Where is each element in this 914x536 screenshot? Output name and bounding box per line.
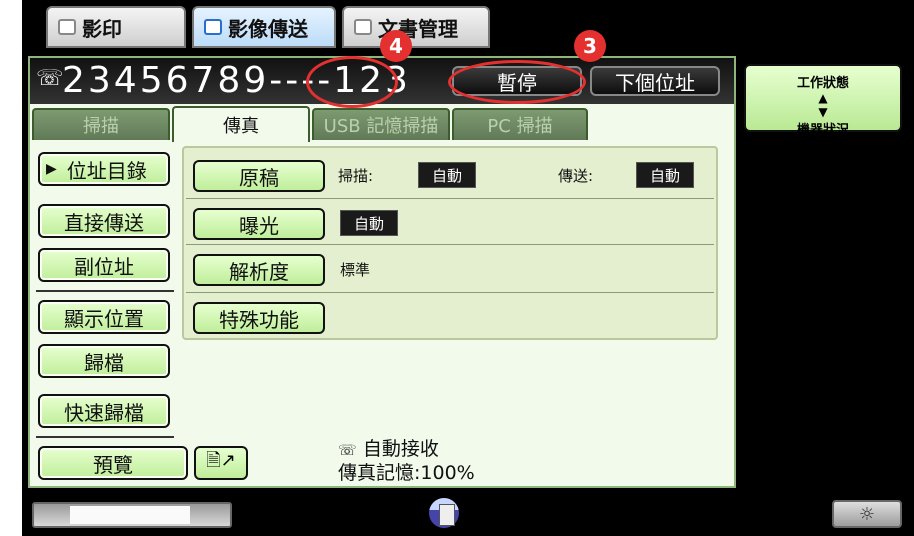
next-address-button[interactable]: 下個位址 <box>590 66 720 96</box>
annotation-ring-4 <box>306 56 398 108</box>
brightness-button[interactable]: ☼ <box>832 500 902 528</box>
annotation-badge-3: 3 <box>574 30 606 62</box>
mode-tab-copy[interactable]: 影印 <box>46 6 186 48</box>
resolution-button[interactable]: 解析度 <box>193 254 325 286</box>
exposure-value: 自動 <box>340 210 398 236</box>
row-divider <box>186 292 714 293</box>
copy-icon <box>58 19 76 35</box>
preview-button[interactable]: 預覽 <box>38 446 188 480</box>
address-book-button[interactable]: ▶ 位址目錄 <box>38 152 170 186</box>
tab-usb-scan[interactable]: USB 記憶掃描 <box>312 108 450 140</box>
annotation-badge-4: 4 <box>380 30 412 62</box>
image-send-icon <box>204 19 222 35</box>
resolution-value: 標準 <box>340 261 371 279</box>
document-filing-icon <box>354 19 372 35</box>
mode-tab-label: 影印 <box>82 16 122 41</box>
progress-fill <box>70 506 190 524</box>
sun-icon: ☼ <box>858 503 876 525</box>
machine-icon <box>424 494 464 532</box>
phone-icon: ☏ <box>36 66 64 91</box>
exposure-button[interactable]: 曝光 <box>193 208 325 240</box>
quick-filing-button[interactable]: 快速歸檔 <box>38 394 170 428</box>
mode-tab-document-filing[interactable]: 文書管理 <box>342 6 490 48</box>
scan-label: 掃描: <box>338 167 374 185</box>
machine-status-label: 機器狀況 <box>796 123 849 138</box>
send-label: 傳送: <box>558 167 594 185</box>
play-arrow-icon: ▶ <box>46 161 57 177</box>
fax-memory-status: 傳真記憶:100% <box>338 462 475 484</box>
auto-receive-label: 自動接收 <box>362 438 439 460</box>
up-down-arrow-icon: ▲ ▼ <box>818 91 828 119</box>
original-button[interactable]: 原稿 <box>193 160 325 192</box>
special-modes-button[interactable]: 特殊功能 <box>193 302 325 334</box>
tab-fax[interactable]: 傳真 <box>172 106 310 142</box>
scan-value: 自動 <box>418 162 476 188</box>
tab-pc-scan[interactable]: PC 掃描 <box>452 108 588 140</box>
address-book-label: 位址目錄 <box>66 158 147 183</box>
tab-scan[interactable]: 掃描 <box>32 108 170 140</box>
divider <box>36 290 174 292</box>
mode-tab-image-send[interactable]: 影像傳送 <box>192 6 336 48</box>
document-arrow-icon: 🗎↗ <box>206 450 236 471</box>
job-status-label: 工作狀態 <box>796 76 849 91</box>
sub-address-button[interactable]: 副位址 <box>38 248 170 282</box>
direct-send-button[interactable]: 直接傳送 <box>38 204 170 238</box>
job-status-button[interactable]: 工作狀態 ▲ ▼ 機器狀況 <box>744 64 902 138</box>
scan-preview-icon-button[interactable]: 🗎↗ <box>194 446 248 480</box>
filing-button[interactable]: 歸檔 <box>38 344 170 378</box>
auto-receive-status: ☏ 自動接收 <box>338 438 439 461</box>
show-position-button[interactable]: 顯示位置 <box>38 300 170 334</box>
mode-tab-label: 影像傳送 <box>228 16 308 41</box>
row-divider <box>186 244 714 245</box>
row-divider <box>186 198 714 199</box>
send-value: 自動 <box>636 162 694 188</box>
annotation-ring-3 <box>448 60 586 104</box>
fax-receive-icon: ☏ <box>338 441 357 459</box>
divider <box>36 436 174 438</box>
